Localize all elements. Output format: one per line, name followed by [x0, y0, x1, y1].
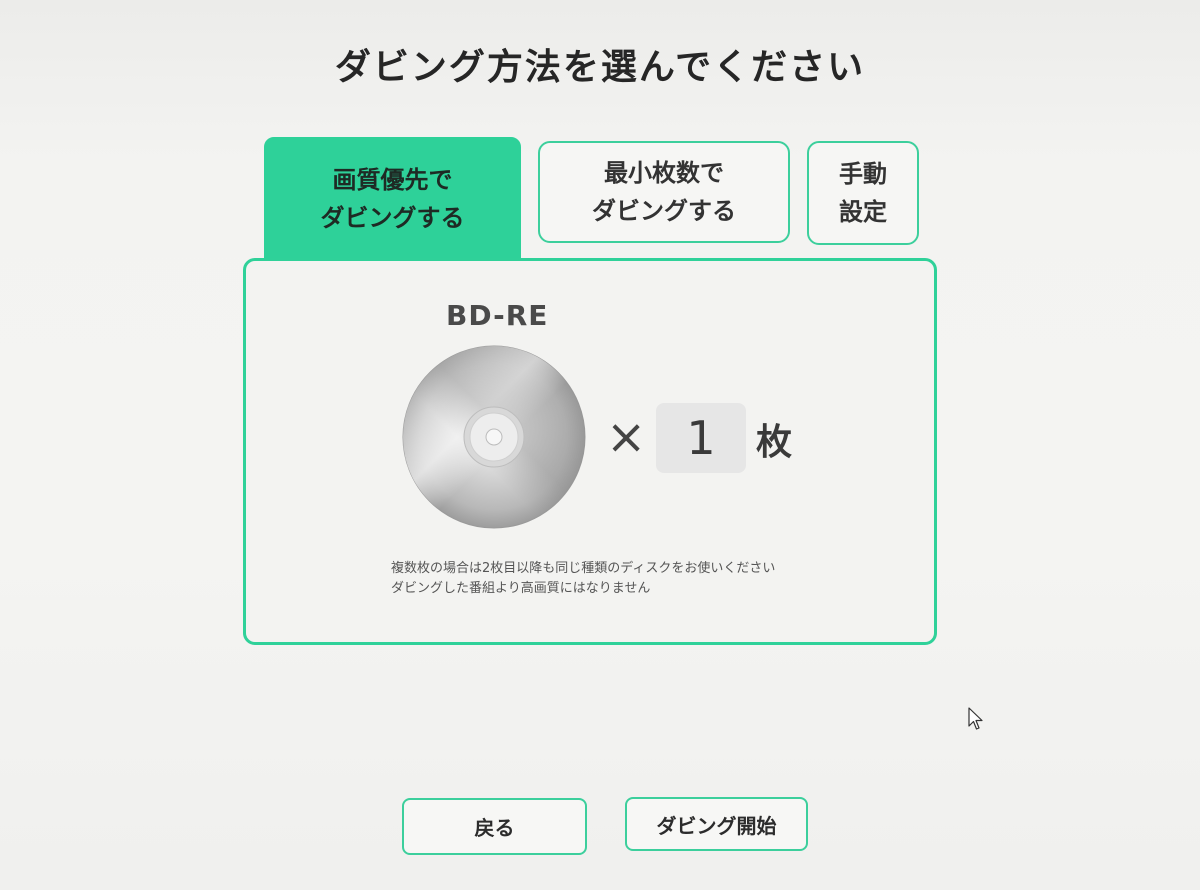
disc-count-unit: 枚	[756, 422, 793, 463]
page-title: ダビング方法を選んでください	[334, 47, 866, 88]
tab-label-line2: 設定	[839, 198, 887, 226]
tab-label-line1: 手動	[839, 160, 887, 188]
back-button[interactable]: 戻る	[402, 798, 587, 855]
tab-quality-priority[interactable]: 画質優先で ダビングする	[264, 137, 521, 268]
tab-manual-settings[interactable]: 手動 設定	[807, 141, 919, 245]
mouse-pointer-icon	[968, 707, 983, 730]
dubbing-method-screen: ダビング方法を選んでください 画質優先で ダビングする 最小枚数で ダビングする…	[0, 0, 1200, 890]
multiply-sign: ×	[606, 409, 647, 465]
media-type-label: BD-RE	[446, 299, 549, 332]
tab-minimum-discs[interactable]: 最小枚数で ダビングする	[538, 141, 790, 243]
tab-label-line1: 最小枚数で	[604, 159, 724, 187]
disc-count-value: 1	[656, 403, 746, 473]
tab-label-line1: 画質優先で	[332, 165, 453, 194]
tab-label-line2: ダビングする	[320, 203, 465, 232]
note-quality-limit: ダビングした番組より高画質にはなりません	[391, 581, 651, 596]
note-same-disc-type: 複数枚の場合は2枚目以降も同じ種類のディスクをお使いください	[391, 561, 776, 576]
dubbing-detail-panel: BD-RE × 1 枚 複数枚の場合は2枚目以降も同じ種類のディスクをお使いくだ…	[243, 258, 937, 645]
tab-label-line2: ダビングする	[592, 197, 736, 225]
start-dubbing-button[interactable]: ダビング開始	[625, 797, 808, 851]
disc-icon	[402, 345, 586, 529]
